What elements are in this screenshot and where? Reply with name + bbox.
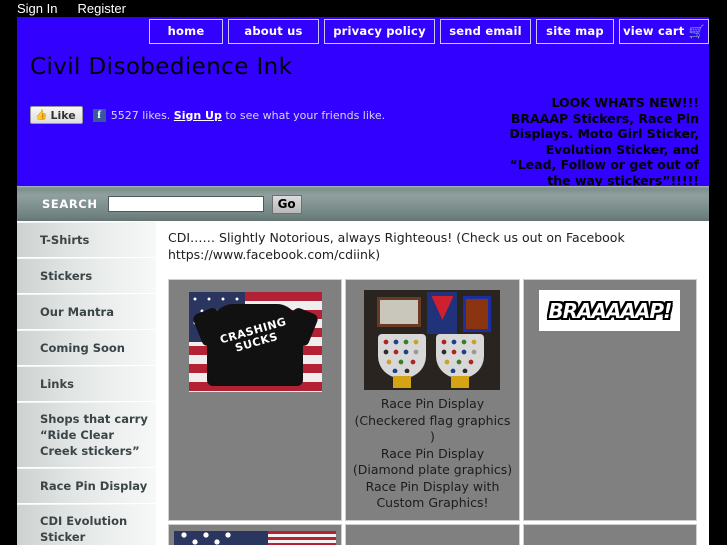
facebook-tail-text: to see what your friends like. — [225, 108, 386, 122]
sidebar-item-label: Shops that carry “Ride Clear Creek stick… — [40, 412, 148, 458]
register-link[interactable]: Register — [77, 0, 125, 17]
pin-board-left — [378, 334, 427, 378]
nav-item-privacy-policy[interactable]: privacy policy — [324, 19, 435, 44]
wall-frame-1 — [377, 297, 422, 327]
promo-line-6: the way stickers”!!!!! — [547, 172, 699, 187]
main-content: CDI…… Slightly Notorious, always Righteo… — [156, 221, 709, 545]
product-caption: Race Pin Display (Checkered flag graphic… — [352, 396, 513, 510]
site-banner: home about us privacy policy send email … — [17, 17, 709, 186]
product-row-1: CRASHING SUCKS Race Pin Display (Checker… — [168, 279, 697, 521]
wall-frame-3 — [463, 296, 492, 332]
american-flag-photo — [174, 530, 337, 545]
nav-label-about-us: about us — [244, 24, 303, 38]
nav-label-view-cart: view cart — [623, 24, 685, 38]
thumbs-up-icon: 👍 — [35, 109, 48, 121]
product-cell-tshirt[interactable]: CRASHING SUCKS — [168, 279, 343, 521]
crashing-sucks-tshirt-photo: CRASHING SUCKS — [188, 292, 322, 392]
pin-board-right — [436, 334, 485, 378]
sidebar-item-label: Links — [40, 377, 74, 391]
sidebar-item-shops-that-carry[interactable]: Shops that carry “Ride Clear Creek stick… — [17, 402, 156, 468]
page-title: Civil Disobedience Ink — [30, 54, 293, 80]
nav-label-home: home — [167, 24, 205, 38]
sidebar-item-label: T-Shirts — [40, 233, 90, 247]
nav-label-privacy-policy: privacy policy — [333, 24, 426, 38]
nav-item-send-email[interactable]: send email — [440, 19, 531, 44]
nav-item-view-cart[interactable]: view cart 🛒 — [619, 19, 709, 44]
sidebar-item-links[interactable]: Links — [17, 366, 156, 402]
sidebar-item-label: CDI Evolution Sticker — [40, 514, 128, 544]
account-topbar: Sign In Register — [0, 0, 727, 17]
product-row-2 — [168, 523, 697, 545]
facebook-f-icon: f — [92, 108, 106, 122]
shopping-cart-icon: 🛒 — [688, 25, 705, 40]
sidebar-item-label: Our Mantra — [40, 305, 114, 319]
search-bar: SEARCH Go — [17, 186, 709, 221]
product-cell-braaaaap-sticker[interactable]: BRAAAAAP! — [522, 279, 697, 521]
promo-line-3: Displays. Moto Girl Sticker, — [509, 126, 699, 141]
nav-item-home[interactable]: home — [149, 19, 223, 44]
facebook-like-count: 5527 likes. — [110, 108, 171, 122]
sidebar-item-cdi-evolution-sticker[interactable]: CDI Evolution Sticker — [17, 504, 156, 545]
promo-line-2: BRAAAP Stickers, Race Pin — [510, 110, 699, 126]
page-body: T-Shirts Stickers Our Mantra Coming Soon… — [17, 221, 709, 545]
wall-frame-2 — [427, 292, 458, 334]
nav-item-site-map[interactable]: site map — [536, 19, 614, 44]
sign-in-link[interactable]: Sign In — [17, 0, 57, 17]
sidebar-item-label: Race Pin Display — [40, 479, 148, 493]
sidebar-item-coming-soon[interactable]: Coming Soon — [17, 330, 156, 366]
braaaaap-sticker-photo: BRAAAAAP! — [539, 290, 681, 331]
search-input[interactable] — [107, 196, 264, 212]
intro-paragraph: CDI…… Slightly Notorious, always Righteo… — [168, 230, 625, 262]
search-label: SEARCH — [42, 197, 98, 211]
sidebar-item-race-pin-display[interactable]: Race Pin Display — [17, 468, 156, 504]
sidebar-item-our-mantra[interactable]: Our Mantra — [17, 294, 156, 330]
facebook-like-label: Like — [50, 108, 76, 122]
promo-line-5: “Lead, Follow or get out of — [509, 157, 699, 172]
promo-line-4: Evolution Sticker, and — [545, 141, 699, 157]
main-navigation: home about us privacy policy send email … — [17, 17, 709, 47]
pin-board-tag-left — [393, 376, 412, 388]
promo-announcement: LOOK WHATS NEW!!! BRAAAP Stickers, Race … — [419, 95, 699, 186]
facebook-signup-link[interactable]: Sign Up — [174, 109, 222, 122]
nav-label-site-map: site map — [546, 24, 604, 38]
flag-canton — [174, 530, 269, 545]
sidebar-item-label: Stickers — [40, 269, 93, 283]
nav-item-about-us[interactable]: about us — [228, 19, 319, 44]
sidebar-item-label: Coming Soon — [40, 341, 125, 355]
product-cell-row2-middle[interactable] — [345, 523, 520, 545]
facebook-like-button[interactable]: 👍 Like — [30, 106, 83, 124]
product-cell-flag-item[interactable] — [168, 523, 343, 545]
sidebar-item-t-shirts[interactable]: T-Shirts — [17, 222, 156, 258]
facebook-social-context: f 5527 likes. Sign Up to see what your f… — [92, 108, 386, 122]
braaaaap-sticker-text: BRAAAAAP! — [547, 297, 674, 324]
product-cell-row2-right[interactable] — [522, 523, 697, 545]
sidebar-navigation: T-Shirts Stickers Our Mantra Coming Soon… — [17, 221, 156, 545]
promo-line-1: LOOK WHATS NEW!!! — [551, 95, 699, 110]
search-go-button[interactable]: Go — [271, 194, 302, 214]
race-pin-display-photo — [364, 290, 501, 390]
facebook-like-widget: 👍 Like f 5527 likes. Sign Up to see what … — [30, 105, 385, 125]
pin-board-tag-right — [451, 376, 470, 388]
nav-label-send-email: send email — [449, 24, 522, 38]
sidebar-item-stickers[interactable]: Stickers — [17, 258, 156, 294]
product-cell-race-pin-display[interactable]: Race Pin Display (Checkered flag graphic… — [345, 279, 520, 521]
